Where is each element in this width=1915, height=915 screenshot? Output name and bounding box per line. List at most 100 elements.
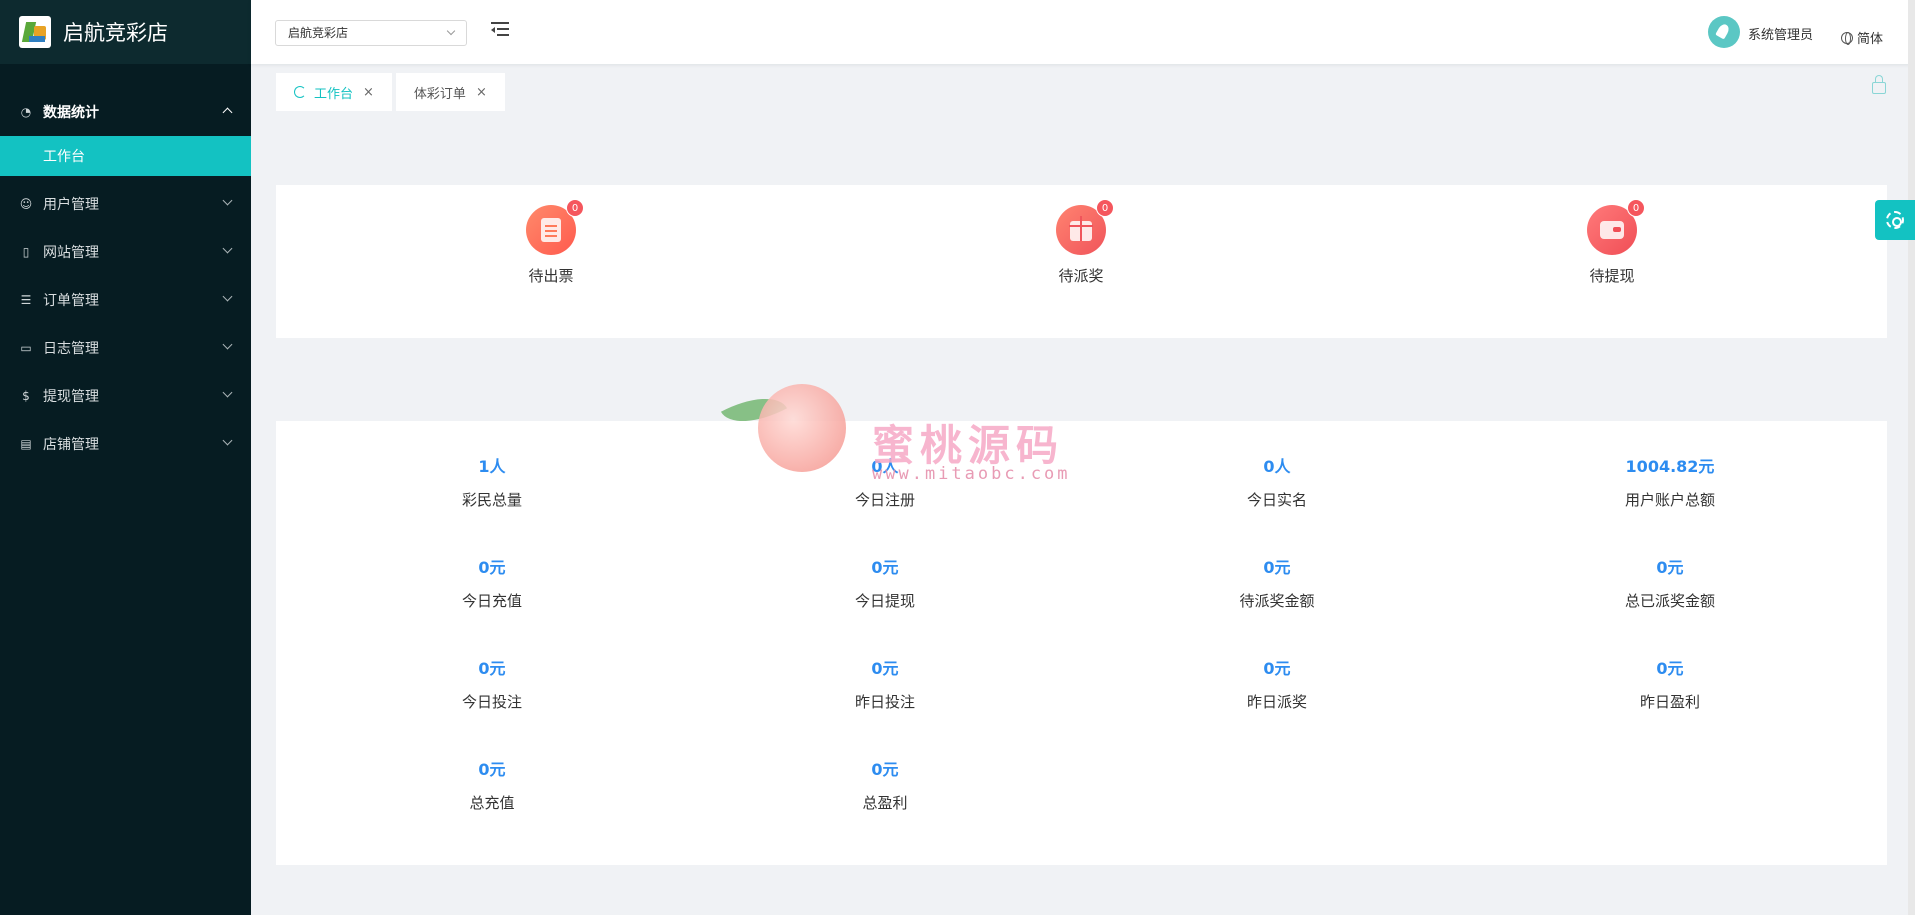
stat-value: 0元 [1263,659,1291,678]
sidebar-item-site-mgmt[interactable]: ▯ 网站管理 [0,228,251,276]
store-select[interactable]: 启航竞彩店 [275,20,467,46]
menu-fold-icon[interactable] [491,22,509,38]
count-badge: 0 [566,199,584,217]
stat-label: 今日注册 [854,491,915,509]
stat-value: 0元 [478,760,506,779]
shop-icon: ▤ [20,437,32,451]
stat-item: 0人 今日实名 [1177,453,1377,510]
stat-item: 0元 总充值 [392,756,592,813]
chevron-down-icon [222,243,233,254]
close-icon[interactable]: × [476,85,487,100]
language-label: 简体 [1857,32,1884,47]
page-tabs: 工作台 × 体彩订单 × [276,73,509,111]
chevron-down-icon [222,195,233,206]
sidebar-item-order-mgmt[interactable]: ☰ 订单管理 [0,276,251,324]
sidebar-item-data-stats[interactable]: ◔ 数据统计 [0,88,251,136]
globe-icon [1841,31,1853,45]
stats-card: 1人 彩民总量 0人 今日注册 0人 今日实名 1004.82元 用户账户总额 … [276,421,1887,865]
user-icon: ☺ [19,197,33,211]
stat-item: 0元 待派奖金额 [1177,554,1377,611]
close-icon[interactable]: × [363,85,374,100]
stat-item: 0人 今日注册 [785,453,985,510]
stat-value: 0元 [1656,558,1684,577]
scrollbar-track[interactable] [1908,0,1915,64]
chevron-down-icon [222,387,233,398]
refresh-icon[interactable] [294,86,306,98]
todo-pending-withdrawals[interactable]: 0 待提现 [1552,199,1672,286]
stat-value: 0元 [871,558,899,577]
todo-label: 待派奖 [1058,267,1104,285]
sidebar-item-label: 日志管理 [43,341,99,357]
stat-value: 0元 [871,659,899,678]
stat-label: 今日投注 [461,693,522,711]
lock-icon[interactable] [1872,75,1886,94]
sidebar-item-shop-mgmt[interactable]: ▤ 店铺管理 [0,420,251,468]
money-icon: $ [22,389,30,403]
tab-label: 体彩订单 [413,86,466,102]
avatar[interactable] [1708,16,1740,48]
chevron-up-icon [222,107,233,118]
tab-sports-lottery-orders[interactable]: 体彩订单 × [395,73,505,111]
sidebar-item-user-mgmt[interactable]: ☺ 用户管理 [0,180,251,228]
stat-label: 总盈利 [862,794,908,812]
todo-pending-tickets[interactable]: 0 待出票 [491,199,611,286]
todo-label: 待出票 [528,267,574,285]
settings-button[interactable] [1875,200,1915,240]
stat-item: 0元 今日充值 [392,554,592,611]
stat-value: 0人 [1263,457,1291,476]
todo-label: 待提现 [1589,267,1635,285]
count-badge: 0 [1627,199,1645,217]
stat-label: 用户账户总额 [1624,491,1715,509]
stat-item: 0元 总盈利 [785,756,985,813]
sidebar-item-withdraw-mgmt[interactable]: $ 提现管理 [0,372,251,420]
stat-value: 1人 [478,457,506,476]
stat-label: 今日充值 [461,592,522,610]
chevron-down-icon [222,291,233,302]
stat-item: 1人 彩民总量 [392,453,592,510]
stat-label: 昨日盈利 [1639,693,1700,711]
stat-value: 0元 [871,760,899,779]
logo-bar: 启航竞彩店 [0,0,251,64]
tab-label: 工作台 [314,86,354,102]
gear-icon [1886,211,1904,229]
stat-item: 0元 昨日投注 [785,655,985,712]
sidebar-menu: ◔ 数据统计 工作台 ☺ 用户管理 ▯ 网站管理 ☰ 订单管理 ▭ 日志管理 $… [0,88,251,468]
sidebar-item-label: 提现管理 [43,389,99,405]
todo-card: 0 待出票 0 待派奖 0 待提现 [276,185,1887,338]
stat-value: 0人 [871,457,899,476]
dashboard-icon: ◔ [20,105,32,119]
stat-label: 今日提现 [854,592,915,610]
stat-label: 昨日投注 [854,693,915,711]
list-icon: ☰ [20,293,32,307]
sidebar-item-label: 店铺管理 [43,437,99,453]
count-badge: 0 [1096,199,1114,217]
stat-label: 待派奖金额 [1239,592,1315,610]
stat-item: 0元 昨日盈利 [1570,655,1770,712]
stat-label: 总已派奖金额 [1624,592,1715,610]
stat-label: 昨日派奖 [1246,693,1307,711]
sidebar-item-label: 网站管理 [43,245,99,261]
sidebar-item-log-mgmt[interactable]: ▭ 日志管理 [0,324,251,372]
stat-value: 0元 [478,659,506,678]
chevron-down-icon [446,26,456,36]
stat-item: 1004.82元 用户账户总额 [1570,453,1770,510]
stat-label: 总充值 [469,794,515,812]
sidebar-item-label: 用户管理 [43,197,99,213]
user-name[interactable]: 系统管理员 [1748,24,1813,43]
scrollbar-track[interactable] [1908,64,1915,915]
chevron-down-icon [222,339,233,350]
stat-value: 0元 [1656,659,1684,678]
todo-pending-prizes[interactable]: 0 待派奖 [1021,199,1141,286]
language-switch[interactable]: 简体 [1841,28,1883,47]
sidebar-item-label: 数据统计 [43,105,99,121]
stat-item: 0元 昨日派奖 [1177,655,1377,712]
sidebar-subitem-workbench[interactable]: 工作台 [0,136,251,176]
sidebar-item-label: 订单管理 [43,293,99,309]
app-logo [19,16,51,48]
tab-workbench[interactable]: 工作台 × [276,73,392,111]
stat-item: 0元 总已派奖金额 [1570,554,1770,611]
stat-value: 0元 [1263,558,1291,577]
store-select-value: 启航竞彩店 [288,26,349,40]
stat-label: 今日实名 [1246,491,1307,509]
wallet-icon: 0 [1587,199,1645,255]
